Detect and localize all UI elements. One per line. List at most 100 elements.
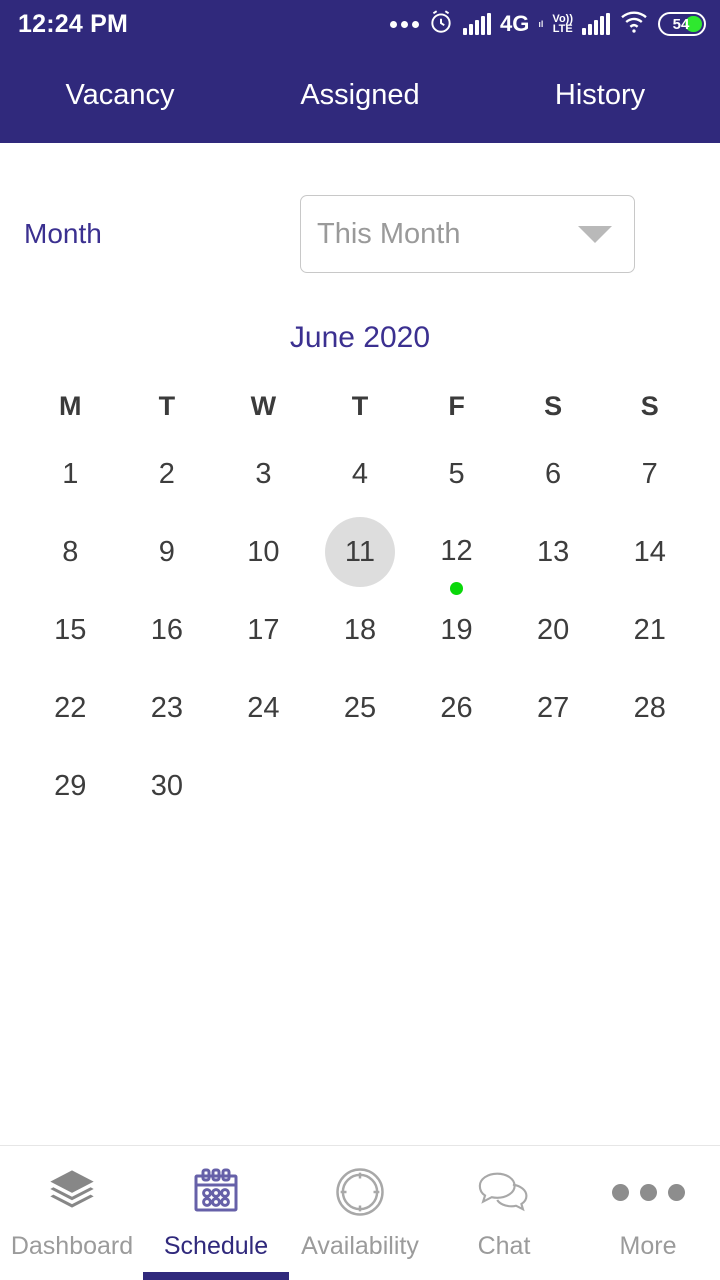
network-sub-icon: ıl — [538, 18, 544, 29]
nav-item-schedule[interactable]: Schedule — [144, 1164, 288, 1280]
calendar-day[interactable]: 5 — [408, 439, 505, 517]
calendar-day-number: 22 — [54, 691, 87, 724]
calendar-day-number: 30 — [150, 769, 183, 802]
calendar-day[interactable]: 12 — [408, 517, 505, 595]
calendar-day[interactable]: 7 — [601, 439, 698, 517]
month-select[interactable]: This Month — [300, 195, 635, 273]
calendar-weekday: S — [544, 391, 563, 421]
calendar-day[interactable]: 13 — [505, 517, 602, 595]
calendar-day[interactable]: 2 — [119, 439, 216, 517]
calendar-day-number: 18 — [343, 613, 377, 646]
top-tab-bar: Vacancy Assigned History — [0, 48, 720, 150]
calendar-weekday: T — [158, 391, 176, 421]
calendar-day[interactable]: 15 — [22, 595, 119, 673]
calendar-day[interactable]: 30 — [119, 751, 216, 829]
calendar-day-today[interactable]: 11 — [312, 517, 409, 595]
calendar-day[interactable]: 10 — [215, 517, 312, 595]
volte-icon: Vo)) LTE — [552, 14, 573, 35]
calendar-day[interactable]: 21 — [601, 595, 698, 673]
calendar-day[interactable]: 8 — [22, 517, 119, 595]
calendar-month-title: June 2020 — [289, 321, 431, 354]
calendar-day-number: 29 — [54, 769, 87, 802]
calendar-weekday: S — [640, 391, 659, 421]
calendar-day-number: 4 — [351, 457, 369, 490]
nav-item-chat[interactable]: Chat — [432, 1164, 576, 1280]
nav-label-more: More — [619, 1232, 677, 1260]
status-time: 12:24 PM — [18, 9, 128, 38]
calendar-icon — [189, 1164, 243, 1220]
calendar-day-number: 3 — [255, 457, 272, 490]
calendar-day[interactable]: 1 — [22, 439, 119, 517]
calendar-day[interactable]: 28 — [601, 673, 698, 751]
calendar-day[interactable]: 6 — [505, 439, 602, 517]
tab-vacancy[interactable]: Vacancy — [0, 48, 240, 143]
tab-history[interactable]: History — [480, 48, 720, 150]
calendar-day-number: 25 — [343, 691, 377, 724]
ellipsis-icon — [611, 1164, 685, 1220]
calendar-day-number: 9 — [158, 535, 175, 568]
calendar-day-number: 13 — [536, 535, 570, 568]
nav-item-availability[interactable]: Availability — [288, 1164, 432, 1280]
calendar-day-number: 14 — [633, 535, 666, 568]
calendar-day-number: 24 — [247, 691, 280, 724]
nav-label-chat: Chat — [477, 1232, 531, 1260]
calendar-day-number: 15 — [54, 613, 87, 646]
month-filter-label: Month — [24, 218, 102, 249]
calendar-day-number: 20 — [536, 613, 570, 646]
tab-vacancy-label: Vacancy — [65, 79, 175, 111]
calendar-day[interactable]: 25 — [312, 673, 409, 751]
calendar-day[interactable]: 26 — [408, 673, 505, 751]
calendar-day[interactable]: 18 — [312, 595, 409, 673]
calendar-day[interactable]: 4 — [312, 439, 409, 517]
layers-icon — [44, 1164, 100, 1220]
calendar-day-number: 28 — [633, 691, 666, 724]
calendar-day[interactable]: 27 — [505, 673, 602, 751]
nav-label-availability: Availability — [301, 1232, 419, 1260]
calendar-day[interactable]: 22 — [22, 673, 119, 751]
calendar-days-grid: 1 2 3 4 5 6 7 8 9 10 11 12 13 14 15 16 17 18 19 20 21 22 23 24 2… — [22, 439, 698, 829]
calendar-weekday: T — [351, 391, 369, 421]
calendar-day[interactable]: 17 — [215, 595, 312, 673]
month-filter-row: Month This Month — [0, 143, 720, 273]
calendar-day[interactable]: 20 — [505, 595, 602, 673]
calendar: June 2020 MTWTFSS 1 2 3 4 5 6 7 8 9 10 11 12 13 14 15 1… — [0, 321, 720, 829]
alarm-icon — [428, 9, 454, 40]
calendar-day-number: 19 — [440, 613, 473, 646]
calendar-event-dot — [450, 582, 464, 595]
wifi-icon — [619, 10, 649, 39]
calendar-day-number: 6 — [545, 457, 562, 490]
calendar-day-number: 11 — [324, 517, 395, 587]
clock-circle-icon — [333, 1164, 387, 1220]
tab-assigned[interactable]: Assigned — [240, 48, 480, 143]
signal-icon — [463, 13, 492, 35]
month-select-value: This Month — [317, 217, 461, 250]
calendar-day[interactable]: 24 — [215, 673, 312, 751]
status-icons: 4G ıl Vo)) LTE 54 — [390, 9, 706, 40]
calendar-weekday-row: MTWTFSS — [22, 391, 698, 439]
chevron-down-icon — [578, 225, 612, 243]
battery-percent-label: 54 — [672, 15, 690, 33]
calendar-day[interactable]: 19 — [408, 595, 505, 673]
calendar-day[interactable]: 29 — [22, 751, 119, 829]
speech-bubbles-icon — [475, 1164, 533, 1220]
calendar-day-number: 26 — [440, 691, 473, 724]
nav-item-more[interactable]: More — [576, 1164, 720, 1280]
calendar-day-number: 27 — [536, 691, 570, 724]
calendar-day[interactable]: 3 — [215, 439, 312, 517]
tab-assigned-label: Assigned — [300, 79, 420, 111]
nav-item-dashboard[interactable]: Dashboard — [0, 1164, 144, 1280]
calendar-weekday: F — [448, 391, 465, 421]
calendar-day-number: 10 — [247, 535, 280, 568]
calendar-day[interactable]: 16 — [119, 595, 216, 673]
battery-icon: 54 — [658, 12, 706, 36]
calendar-day[interactable]: 14 — [601, 517, 698, 595]
signal-icon-2 — [582, 13, 610, 35]
tab-history-label: History — [554, 79, 646, 111]
nav-label-dashboard: Dashboard — [10, 1232, 134, 1260]
calendar-day[interactable]: 9 — [119, 517, 216, 595]
more-dots-icon — [390, 20, 420, 28]
calendar-day-number: 1 — [62, 457, 79, 490]
calendar-weekday: W — [250, 391, 277, 421]
calendar-day-number: 16 — [150, 613, 183, 646]
calendar-day[interactable]: 23 — [119, 673, 216, 751]
